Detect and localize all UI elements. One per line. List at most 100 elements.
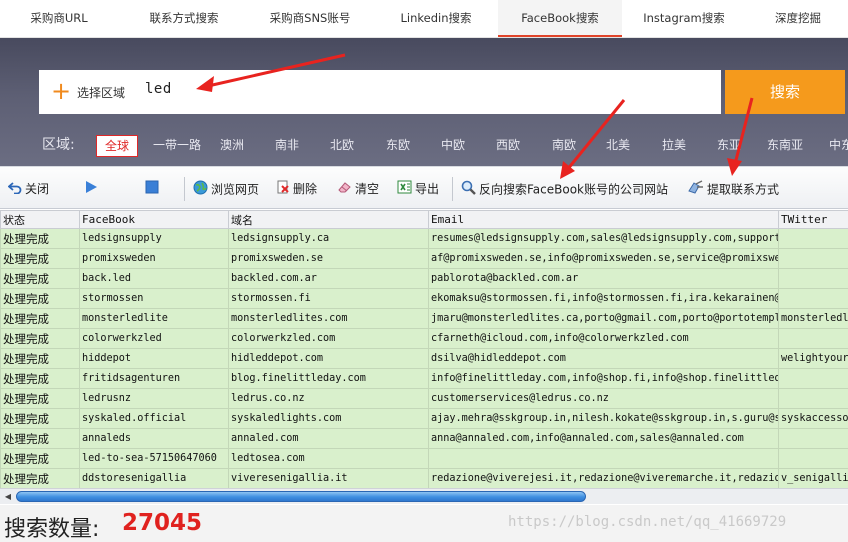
reverse-search-button[interactable]: 反向搜索FaceBook账号的公司网站 xyxy=(461,180,668,198)
cell-email[interactable]: ekomaksu@stormossen.fi,info@stormossen.f… xyxy=(428,288,779,309)
cell-domain[interactable]: hidleddepot.com xyxy=(228,348,429,369)
extract-contacts-button[interactable]: 提取联系方式 xyxy=(688,180,779,198)
close-button[interactable]: 关闭 xyxy=(7,180,49,198)
cell-domain[interactable]: ledtosea.com xyxy=(228,448,429,469)
cell-email[interactable] xyxy=(428,448,779,469)
tab-instagram-search[interactable]: Instagram搜索 xyxy=(622,0,746,37)
tab-deep-mining[interactable]: 深度挖掘 xyxy=(748,0,848,37)
region-south-africa[interactable]: 南非 xyxy=(275,136,299,153)
scroll-left-icon[interactable]: ◀ xyxy=(2,491,14,503)
export-button[interactable]: 导出 xyxy=(397,180,439,198)
cell-facebook[interactable]: back.led xyxy=(79,268,229,289)
cell-facebook[interactable]: colorwerkzled xyxy=(79,328,229,349)
cell-twitter[interactable] xyxy=(778,248,848,269)
cell-email[interactable]: redazione@viverejesi.it,redazione@vivere… xyxy=(428,468,779,488)
cell-email[interactable]: cfarneth@icloud.com,info@colorwerkzled.c… xyxy=(428,328,779,349)
search-button[interactable]: 搜索 xyxy=(725,70,845,114)
select-region-button[interactable]: 选择区域 xyxy=(77,84,125,101)
region-middle-east[interactable]: 中东 xyxy=(829,136,848,153)
start-button[interactable] xyxy=(84,180,101,198)
cell-email[interactable]: info@finelittleday.com,info@shop.fi,info… xyxy=(428,368,779,389)
cell-facebook[interactable]: hiddepot xyxy=(79,348,229,369)
cell-facebook[interactable]: stormossen xyxy=(79,288,229,309)
table-row[interactable]: 处理完成 stormossen stormossen.fi ekomaksu@stor… xyxy=(0,288,848,309)
region-global[interactable]: 全球 xyxy=(96,135,139,157)
table-row[interactable]: 处理完成 annaleds annaled.com anna@annaled.com,… xyxy=(0,428,848,449)
cell-email[interactable]: ajay.mehra@sskgroup.in,nilesh.kokate@ssk… xyxy=(428,408,779,429)
cell-twitter[interactable] xyxy=(778,368,848,389)
cell-domain[interactable]: colorwerkzled.com xyxy=(228,328,429,349)
cell-status[interactable]: 处理完成 xyxy=(0,348,80,369)
delete-button[interactable]: 删除 xyxy=(276,180,317,198)
table-row[interactable]: 处理完成 hiddepot hidleddepot.com dsilva@hidled… xyxy=(0,348,848,369)
cell-status[interactable]: 处理完成 xyxy=(0,288,80,309)
cell-twitter[interactable] xyxy=(778,428,848,449)
cell-twitter[interactable]: v_senigalli xyxy=(778,468,848,488)
cell-facebook[interactable]: ddstoresenigallia xyxy=(79,468,229,488)
cell-status[interactable]: 处理完成 xyxy=(0,468,80,488)
cell-twitter[interactable]: welightyourv xyxy=(778,348,848,369)
cell-twitter[interactable]: monsterledl xyxy=(778,308,848,329)
cell-status[interactable]: 处理完成 xyxy=(0,308,80,329)
horizontal-scrollbar[interactable]: ◀ xyxy=(0,488,848,504)
cell-status[interactable]: 处理完成 xyxy=(0,328,80,349)
cell-twitter[interactable] xyxy=(778,228,848,249)
plus-icon[interactable]: + xyxy=(51,77,71,105)
cell-facebook[interactable]: ledsignsupply xyxy=(79,228,229,249)
tab-buyer-url[interactable]: 采购商URL xyxy=(0,0,118,37)
table-row[interactable]: 处理完成 colorwerkzled colorwerkzled.com cfarne… xyxy=(0,328,848,349)
tab-facebook-search[interactable]: FaceBook搜索 xyxy=(498,0,622,37)
cell-facebook[interactable]: led-to-sea-57150647060 xyxy=(79,448,229,469)
table-row[interactable]: 处理完成 back.led backled.com.ar pablorota@back… xyxy=(0,268,848,289)
cell-email[interactable]: anna@annaled.com,info@annaled.com,sales@… xyxy=(428,428,779,449)
tab-buyer-sns[interactable]: 采购商SNS账号 xyxy=(250,0,370,37)
column-header-facebook[interactable]: FaceBook xyxy=(79,210,229,229)
column-header-domain[interactable]: 域名 xyxy=(228,210,429,229)
cell-facebook[interactable]: fritidsagenturen xyxy=(79,368,229,389)
region-belt-road[interactable]: 一带一路 xyxy=(153,136,201,153)
cell-domain[interactable]: ledrus.co.nz xyxy=(228,388,429,409)
cell-email[interactable]: dsilva@hidleddepot.com xyxy=(428,348,779,369)
stop-button[interactable] xyxy=(145,180,162,198)
clear-button[interactable]: 清空 xyxy=(337,180,379,198)
cell-facebook[interactable]: promixsweden xyxy=(79,248,229,269)
search-box[interactable]: + 选择区域 led xyxy=(39,70,721,114)
cell-status[interactable]: 处理完成 xyxy=(0,268,80,289)
table-row[interactable]: 处理完成 ddstoresenigallia viveresenigallia.it… xyxy=(0,468,848,488)
cell-status[interactable]: 处理完成 xyxy=(0,388,80,409)
cell-facebook[interactable]: monsterledlite xyxy=(79,308,229,329)
cell-twitter[interactable] xyxy=(778,288,848,309)
cell-email[interactable]: resumes@ledsignsupply.com,sales@ledsigns… xyxy=(428,228,779,249)
cell-domain[interactable]: promixsweden.se xyxy=(228,248,429,269)
cell-domain[interactable]: backled.com.ar xyxy=(228,268,429,289)
cell-domain[interactable]: ledsignsupply.ca xyxy=(228,228,429,249)
table-row[interactable]: 处理完成 monsterledlite monsterledlites.com jma… xyxy=(0,308,848,329)
browse-button[interactable]: 浏览网页 xyxy=(193,180,259,198)
cell-status[interactable]: 处理完成 xyxy=(0,368,80,389)
table-row[interactable]: 处理完成 fritidsagenturen blog.finelittleday.c… xyxy=(0,368,848,389)
cell-domain[interactable]: annaled.com xyxy=(228,428,429,449)
cell-twitter[interactable] xyxy=(778,388,848,409)
table-row[interactable]: 处理完成 promixsweden promixsweden.se af@promix… xyxy=(0,248,848,269)
region-east-asia[interactable]: 东亚 xyxy=(717,136,741,153)
cell-twitter[interactable] xyxy=(778,328,848,349)
cell-domain[interactable]: stormossen.fi xyxy=(228,288,429,309)
region-central-europe[interactable]: 中欧 xyxy=(441,136,465,153)
cell-twitter[interactable]: syskaccesso xyxy=(778,408,848,429)
region-east-europe[interactable]: 东欧 xyxy=(386,136,410,153)
tab-linkedin-search[interactable]: Linkedin搜索 xyxy=(374,0,498,37)
cell-status[interactable]: 处理完成 xyxy=(0,228,80,249)
search-input[interactable]: led xyxy=(145,81,172,97)
cell-email[interactable]: pablorota@backled.com.ar xyxy=(428,268,779,289)
table-row[interactable]: 处理完成 syskaled.official syskaledlights.com a… xyxy=(0,408,848,429)
cell-facebook[interactable]: ledrusnz xyxy=(79,388,229,409)
region-southeast-asia[interactable]: 东南亚 xyxy=(767,136,803,153)
region-north-europe[interactable]: 北欧 xyxy=(330,136,354,153)
region-south-europe[interactable]: 南欧 xyxy=(552,136,576,153)
column-header-email[interactable]: Email xyxy=(428,210,779,229)
cell-email[interactable]: customerservices@ledrus.co.nz xyxy=(428,388,779,409)
cell-status[interactable]: 处理完成 xyxy=(0,448,80,469)
cell-status[interactable]: 处理完成 xyxy=(0,428,80,449)
tab-contact-search[interactable]: 联系方式搜索 xyxy=(122,0,246,37)
cell-email[interactable]: jmaru@monsterledlites.ca,porto@gmail.com… xyxy=(428,308,779,329)
